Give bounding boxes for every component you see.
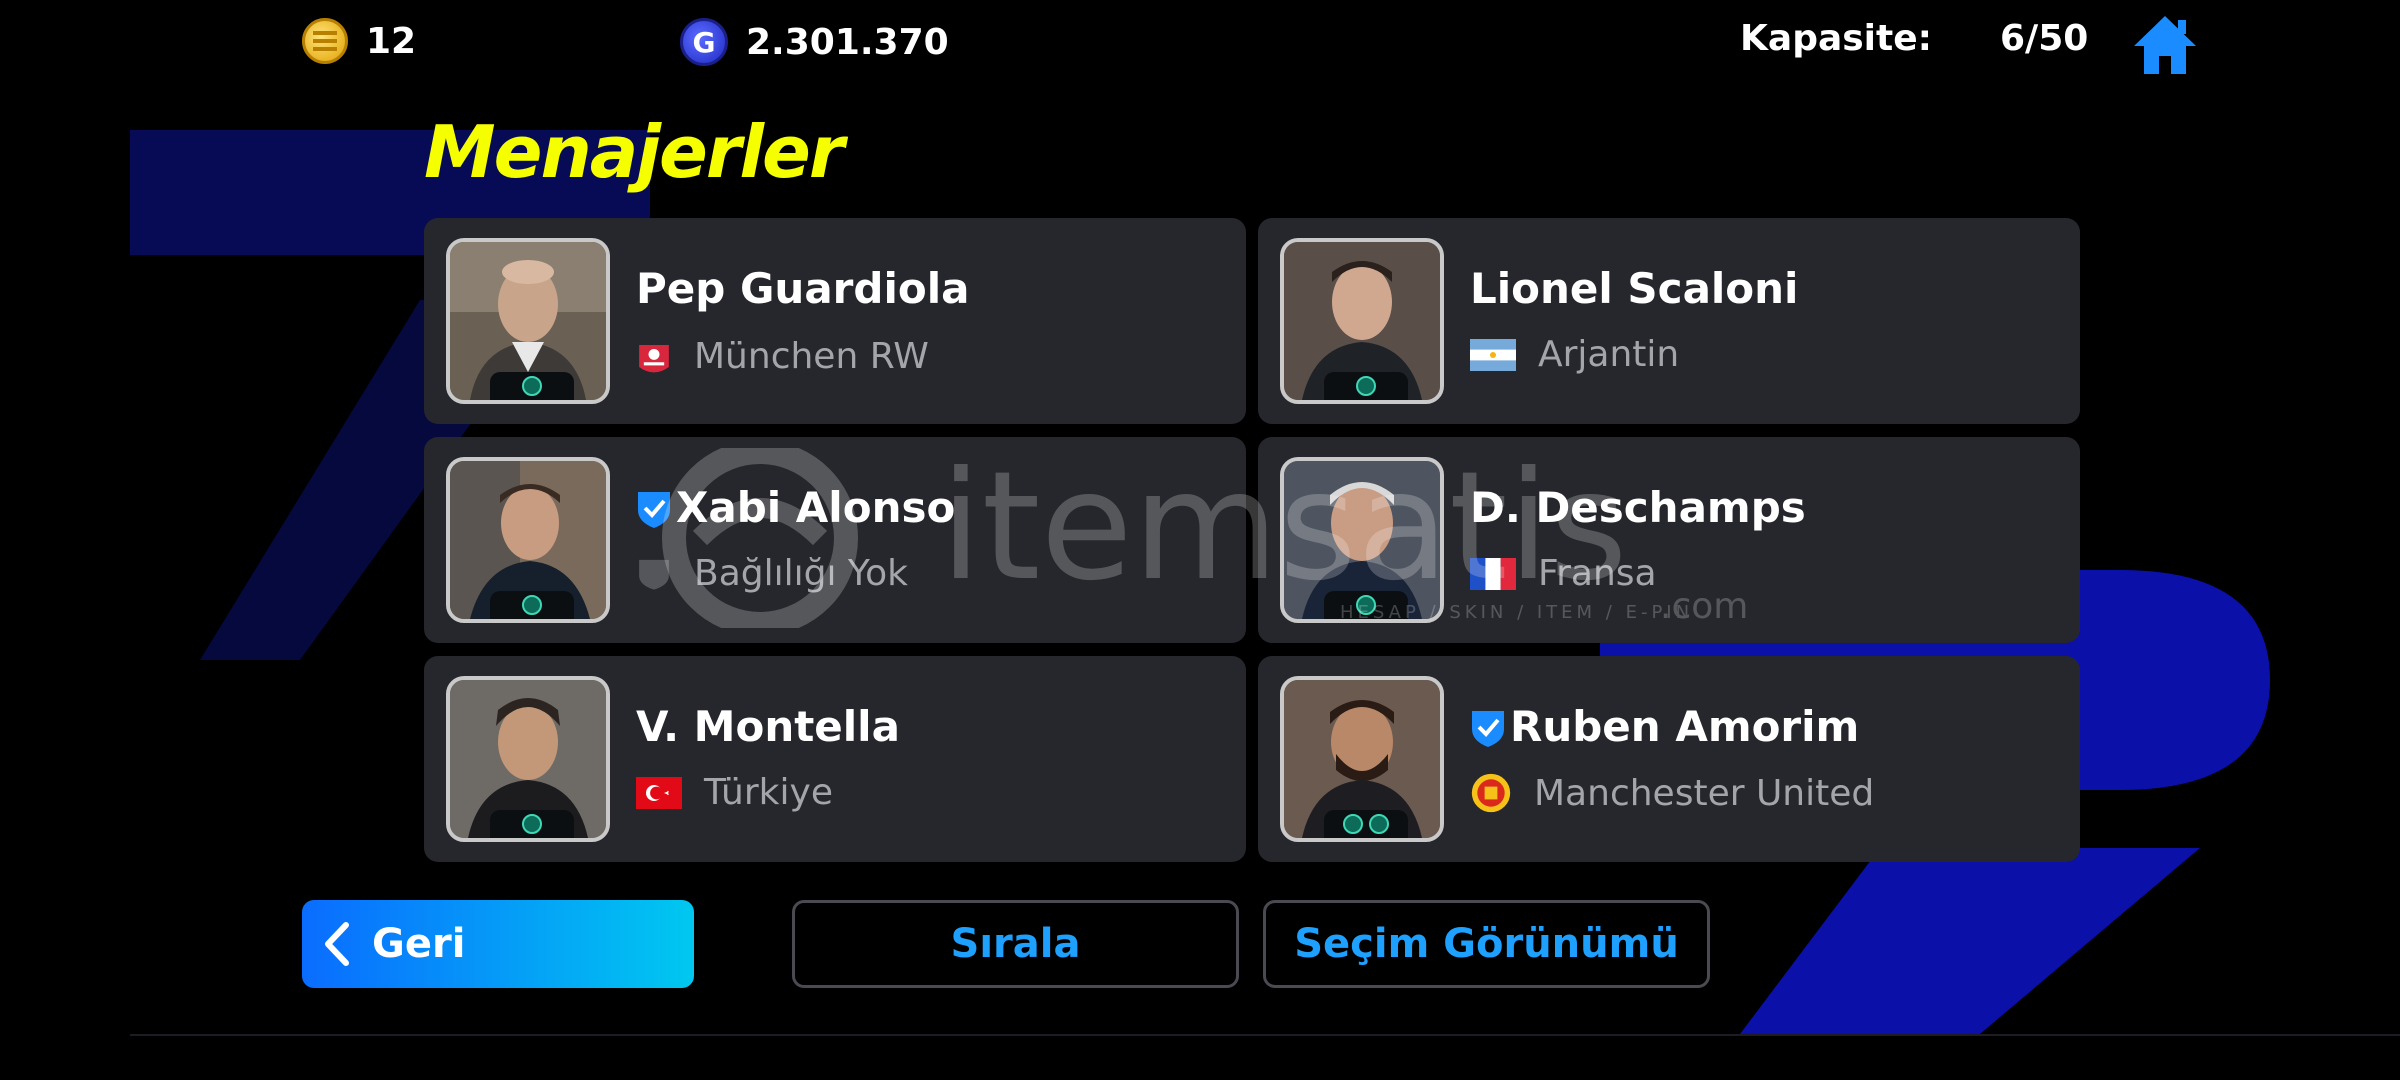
card-badge xyxy=(1324,810,1408,838)
efootball-coin-icon xyxy=(302,18,348,64)
capacity-value: 6/50 xyxy=(2000,18,2089,59)
manager-name: Ruben Amorim xyxy=(1470,702,1859,751)
card-badge xyxy=(490,372,574,400)
team-row: München RW xyxy=(636,334,929,378)
team-name: Bağlılığı Yok xyxy=(694,553,908,594)
manager-name-text: Xabi Alonso xyxy=(676,483,956,532)
selection-view-button[interactable]: Seçim Görünümü xyxy=(1263,900,1710,988)
manager-portrait xyxy=(1280,457,1444,623)
manchester-united-crest-icon xyxy=(1471,773,1511,813)
verified-shield-icon xyxy=(1472,710,1504,747)
gp-value: 2.301.370 xyxy=(746,21,949,63)
turkey-flag-icon xyxy=(636,776,682,809)
team-row: Manchester United xyxy=(1470,772,1874,814)
manager-card-amorim[interactable]: Ruben Amorim Manchester United xyxy=(1258,656,2080,862)
no-affiliation-shield-icon xyxy=(639,559,669,590)
gp-icon: G xyxy=(680,18,728,66)
manager-card-montella[interactable]: V. Montella Türkiye xyxy=(424,656,1246,862)
team-row: Türkiye xyxy=(636,772,833,813)
sort-label: Sırala xyxy=(950,921,1081,967)
manager-portrait xyxy=(446,238,610,404)
team-name: Manchester United xyxy=(1534,772,1875,814)
top-bar: 12 G 2.301.370 Kapasite: 6/50 xyxy=(0,0,2400,80)
france-flag-icon xyxy=(1470,557,1516,590)
team-row: Bağlılığı Yok xyxy=(636,553,908,594)
back-label: Geri xyxy=(372,921,466,967)
munchen-rw-crest-icon xyxy=(639,345,669,373)
manager-card-alonso[interactable]: Xabi Alonso Bağlılığı Yok xyxy=(424,437,1246,643)
manager-name: D. Deschamps xyxy=(1470,483,1806,532)
sort-button[interactable]: Sırala xyxy=(792,900,1239,988)
coins-value: 12 xyxy=(366,20,417,62)
team-name: München RW xyxy=(694,335,929,377)
manager-card-scaloni[interactable]: Lionel Scaloni Arjantin xyxy=(1258,218,2080,424)
manager-portrait xyxy=(1280,676,1444,842)
coins-display: 12 xyxy=(302,18,416,64)
manager-name: Pep Guardiola xyxy=(636,264,970,313)
team-name: Fransa xyxy=(1538,553,1657,594)
argentina-flag-icon xyxy=(1470,338,1516,371)
manager-card-deschamps[interactable]: D. Deschamps Fransa xyxy=(1258,437,2080,643)
back-button[interactable]: Geri xyxy=(302,900,694,988)
manager-card-guardiola[interactable]: Pep Guardiola München RW xyxy=(424,218,1246,424)
manager-name: V. Montella xyxy=(636,702,900,751)
manager-name: Lionel Scaloni xyxy=(1470,264,1799,313)
card-badge xyxy=(1324,591,1408,619)
manager-name-text: Ruben Amorim xyxy=(1510,702,1860,751)
home-icon xyxy=(2134,16,2196,74)
manager-portrait xyxy=(446,457,610,623)
capacity-label: Kapasite: xyxy=(1740,18,1933,59)
team-row: Arjantin xyxy=(1470,334,1679,375)
page-title: Menajerler xyxy=(424,110,844,194)
chevron-left-icon xyxy=(325,922,349,966)
team-name: Arjantin xyxy=(1538,334,1680,375)
card-badge xyxy=(490,810,574,838)
selection-view-label: Seçim Görünümü xyxy=(1294,921,1679,967)
divider xyxy=(130,1034,2400,1036)
team-row: Fransa xyxy=(1470,553,1657,594)
card-badge xyxy=(490,591,574,619)
verified-shield-icon xyxy=(638,491,670,528)
capacity-display: Kapasite: 6/50 xyxy=(1740,18,2088,59)
manager-name: Xabi Alonso xyxy=(636,483,955,532)
manager-portrait xyxy=(1280,238,1444,404)
home-button[interactable] xyxy=(2132,14,2198,76)
card-badge xyxy=(1324,372,1408,400)
team-name: Türkiye xyxy=(704,772,833,813)
manager-portrait xyxy=(446,676,610,842)
gp-display: G 2.301.370 xyxy=(680,18,949,66)
